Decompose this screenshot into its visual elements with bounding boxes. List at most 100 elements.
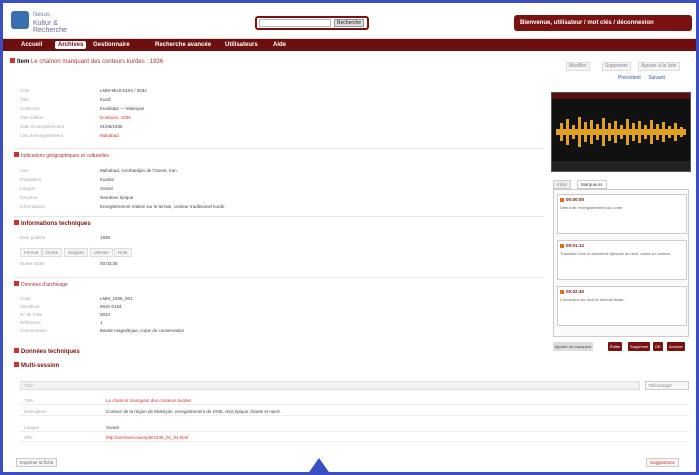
side-tabs: Infos Marqueurs [553, 180, 689, 189]
item-navigation: Précédent Suivant [618, 75, 665, 81]
marker-icon [560, 244, 564, 248]
section-title: Multi-session [21, 363, 60, 369]
archive-row: Commentaire Bande magnétique, copie de co… [14, 328, 544, 335]
edit-button[interactable]: Modifier [566, 62, 590, 71]
field-value: Kurdes [100, 177, 115, 182]
marker-icon [560, 290, 564, 294]
marker-card[interactable]: 00:00:00 Début de l'enregistrement du co… [557, 194, 687, 234]
tab-marqueurs[interactable]: Marqueurs [577, 180, 607, 189]
identity-row: Cote LMM-MUS-0184 / 0034 [14, 88, 544, 95]
section-bullet-icon [14, 348, 19, 353]
item-icon [10, 58, 15, 63]
field-value: 01/06/1936 [100, 124, 123, 129]
section-technical[interactable]: Données techniques [14, 348, 80, 355]
section-bullet-icon [14, 362, 19, 367]
field-label: Titre [20, 97, 29, 102]
marker-text: Début de l'enregistrement du conte. [560, 205, 624, 210]
cancel-button[interactable]: Annuler [667, 342, 685, 351]
menu-item-archives[interactable]: Archives [55, 41, 87, 49]
field-label: Population [20, 177, 42, 182]
field-link[interactable]: Conteurs, 1936 [100, 115, 131, 120]
tech-tab-vitesse[interactable]: Vitesse [90, 248, 113, 257]
geo-row: Fonction Narration épique [14, 195, 544, 202]
edit-marker-button[interactable]: Éditer [608, 342, 623, 351]
item-toolbar: Modifier Supprimer Ajouter à la liste [566, 62, 690, 72]
waveform[interactable] [556, 111, 686, 153]
section-geo: Indications géographiques et culturelles [14, 152, 109, 159]
tech-row: Durée totale 00:03:35 [14, 261, 544, 268]
markers-panel: 00:00:00 Début de l'enregistrement du co… [553, 189, 689, 337]
site-logo[interactable]: Nexus Kultur & Recherche [11, 9, 81, 34]
section-bullet-icon [14, 152, 19, 157]
add-to-list-button[interactable]: Ajouter à la liste [638, 62, 680, 71]
field-label: Lieu [20, 168, 29, 173]
tech-tab-note[interactable]: Note [114, 248, 132, 257]
marker-text: Conclusion du récit et formule finale. [560, 297, 625, 302]
search-button[interactable]: Recherche [334, 19, 364, 27]
search-input[interactable] [259, 19, 331, 27]
marker-icon [560, 198, 564, 202]
field-link[interactable]: Le chaînon manquant des conteurs kurdes [106, 398, 191, 403]
section-bullet-icon [14, 220, 19, 225]
delete-button[interactable]: Supprimer [602, 62, 632, 71]
field-label: Date d'enregistrement [20, 124, 65, 129]
identity-row: Titre édition Conteurs, 1936 [14, 115, 544, 122]
geo-row: Lieu Mahabad, Azerbaïdjan de l'Ouest, Ira… [14, 168, 544, 175]
field-link[interactable]: Mahabad [100, 133, 119, 138]
menu-item-recherche-avancee[interactable]: Recherche avancée [155, 41, 211, 49]
download-button[interactable]: Télécharger [645, 381, 689, 390]
marker-card[interactable]: 00:02:40 Conclusion du récit et formule … [557, 286, 687, 326]
marker-time: 00:01:12 [566, 243, 585, 248]
tab-infos[interactable]: Infos [553, 180, 571, 189]
multi-row: URL http://archives.example/1936_01_04.ht… [20, 434, 689, 442]
page-title: Le chaînon manquant des conteurs kurdes … [31, 59, 164, 65]
field-label: Commentaire [20, 328, 48, 333]
ok-button[interactable]: OK [653, 342, 663, 351]
field-label: Cote [20, 88, 30, 93]
print-button[interactable]: Imprimer la fiche [16, 458, 58, 467]
next-link[interactable]: Suivant [648, 75, 665, 81]
previous-link[interactable]: Précédent [618, 75, 641, 81]
logo-line1: Nexus [33, 12, 51, 18]
archive-row: Identifiant MUS-0184 [14, 304, 544, 311]
field-label: Durée totale [20, 261, 45, 266]
divider [14, 216, 544, 217]
main-menu: Accueil Archives Gestionnaire Recherche … [3, 39, 696, 51]
menu-item-utilisateurs[interactable]: Utilisateurs [225, 41, 258, 49]
menu-item-accueil[interactable]: Accueil [21, 41, 42, 49]
marker-actions: Ajouter un marqueur Éditer Supprimer OK … [553, 342, 689, 352]
marker-card[interactable]: 00:01:12 Transition vers le deuxième épi… [557, 240, 687, 280]
menu-item-aide[interactable]: Aide [273, 41, 286, 49]
player-controls[interactable] [552, 161, 690, 171]
field-label: Titre [24, 398, 33, 403]
geo-row: Population Kurdes [14, 177, 544, 184]
field-value: Mahabad, Azerbaïdjan de l'Ouest, Iran [100, 168, 177, 173]
field-value: Conteur de la région de Mukriyan, enregi… [106, 409, 282, 414]
field-label: Date publiée [20, 235, 46, 240]
field-value: 00:03:35 [100, 261, 118, 266]
field-label: Description [24, 409, 47, 414]
add-marker-button[interactable]: Ajouter un marqueur [553, 342, 594, 351]
logo-mark-icon [11, 11, 29, 29]
tech-tab-support[interactable]: Support [64, 248, 88, 257]
multi-row: Description Conteur de la région de Mukri… [20, 408, 689, 416]
section-multi[interactable]: Multi-session [14, 362, 59, 369]
archive-row: Référence 1 [14, 320, 544, 327]
tech-tab-format[interactable]: Format [20, 248, 43, 257]
identity-row: Lieu d'enregistrement Mahabad [14, 133, 544, 140]
section-archive: Données d'archivage [14, 281, 68, 288]
multi-title-field[interactable]: Titre [20, 381, 640, 390]
suggestions-button[interactable]: Suggestions [646, 458, 679, 467]
delete-marker-button[interactable]: Supprimer [628, 342, 651, 351]
user-menu[interactable]: Bienvenue, utilisateur / mot clés / déco… [514, 15, 692, 31]
tech-tab-duree[interactable]: Durée [42, 248, 63, 257]
field-value: LMM_1936_001 [100, 296, 133, 301]
url-link[interactable]: http://archives.example/1936_01_04.html [106, 435, 188, 440]
audio-player[interactable] [551, 92, 691, 172]
identity-row: Date d'enregistrement 01/06/1936 [14, 124, 544, 131]
menu-item-gestionnaire[interactable]: Gestionnaire [93, 41, 130, 49]
field-label: Titre édition [20, 115, 44, 120]
field-value: Sorani [106, 425, 120, 430]
field-value: 0034 [100, 312, 111, 317]
field-value: Sorani [100, 186, 114, 191]
